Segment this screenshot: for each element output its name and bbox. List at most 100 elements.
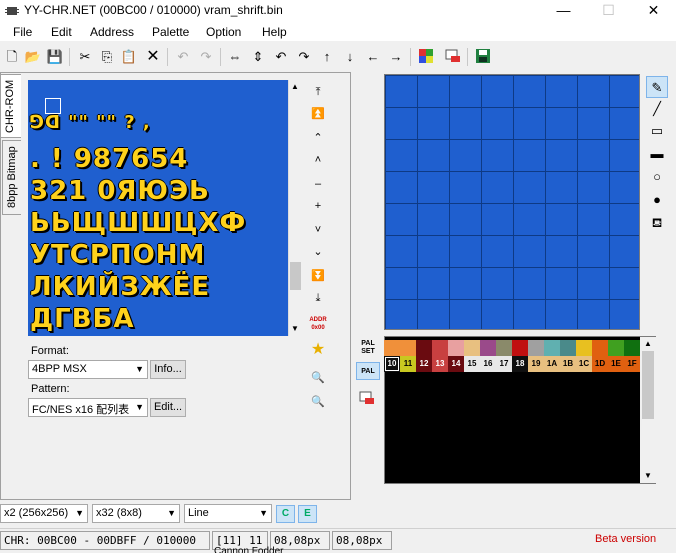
redo-icon[interactable]: ↷	[197, 48, 215, 66]
line-up-icon[interactable]: ˄	[308, 150, 328, 170]
palette-swatch[interactable]	[560, 340, 576, 356]
palette-index-label[interactable]: 18	[512, 356, 528, 372]
shift-left-icon[interactable]: ←	[364, 48, 382, 66]
palette-index-label[interactable]: 1E	[608, 356, 624, 372]
shift-right-icon[interactable]: →	[387, 48, 405, 66]
palette-swatch[interactable]	[400, 340, 416, 356]
new-icon[interactable]: 🗋	[3, 48, 21, 66]
scroll-up-icon[interactable]: ▲	[644, 339, 652, 348]
open-icon[interactable]: 📂	[24, 48, 42, 66]
rotate-left-icon[interactable]: ↶	[272, 48, 290, 66]
scroll-thumb[interactable]	[642, 351, 654, 419]
scroll-thumb[interactable]	[290, 262, 301, 290]
palette-swatch[interactable]	[416, 340, 432, 356]
pal-set-button[interactable]: PAL SET	[356, 340, 380, 358]
shift-down-icon[interactable]: ↓	[341, 48, 359, 66]
tab-8bpp-bitmap[interactable]: 8bpp Bitmap	[2, 140, 21, 215]
line-tool-icon[interactable]: ╱	[646, 98, 668, 120]
info-button[interactable]: Info...	[150, 360, 186, 379]
chr-vertical-scrollbar[interactable]: ▲ ▼	[288, 80, 302, 336]
paste-icon[interactable]: 📋	[120, 48, 138, 66]
palette-index-label[interactable]: 16	[480, 356, 496, 372]
palette-swatch[interactable]	[448, 340, 464, 356]
line-down-icon[interactable]: ˅	[308, 220, 328, 240]
shift-up-icon[interactable]: ↑	[318, 48, 336, 66]
rectangle-icon[interactable]: ▭	[646, 120, 668, 142]
filled-circle-icon[interactable]: ●	[646, 189, 668, 211]
palette-index-label[interactable]: 14	[448, 356, 464, 372]
chr-tile-view[interactable]: ⅁ᗡ "" "" ? , . ! 987654 321 0ЯЮЭЬ ЬЬЩШШЦ…	[28, 80, 288, 336]
palette-index-label[interactable]: 1C	[576, 356, 592, 372]
undo-icon[interactable]: ↶	[174, 48, 192, 66]
palette-swatch[interactable]	[528, 340, 544, 356]
palette-swatch[interactable]	[432, 340, 448, 356]
palette-index-label[interactable]: 10	[384, 356, 400, 372]
edit-grid-toggle-icon[interactable]: E	[298, 505, 317, 523]
save-green-icon[interactable]	[474, 48, 492, 66]
minimize-button[interactable]: —	[541, 0, 586, 22]
tab-chr-rom[interactable]: CHR-ROM	[0, 74, 21, 138]
palette-index-label[interactable]: 12	[416, 356, 432, 372]
byte-up-icon[interactable]: –	[308, 174, 328, 194]
palette-index-label[interactable]: 15	[464, 356, 480, 372]
pattern-select[interactable]: FC/NES x16 配列表 ▼	[28, 398, 148, 417]
delete-icon[interactable]: ✕	[144, 48, 162, 66]
palette-icon[interactable]	[417, 48, 435, 66]
palette-swatch[interactable]	[608, 340, 624, 356]
pen-icon[interactable]: ✎	[646, 76, 668, 98]
zoom-in-icon[interactable]: 🔍	[308, 368, 328, 388]
palette-index-label[interactable]: 19	[528, 356, 544, 372]
filled-rectangle-icon[interactable]: ▬	[646, 143, 668, 165]
palette-export-icon[interactable]	[444, 48, 462, 66]
palette-index-label[interactable]: 1B	[560, 356, 576, 372]
rotate-right-icon[interactable]: ↷	[295, 48, 313, 66]
palette-swatch[interactable]	[480, 340, 496, 356]
copy-icon[interactable]: ⎘	[98, 48, 116, 66]
palette-swatch[interactable]	[464, 340, 480, 356]
palette-swatch[interactable]	[592, 340, 608, 356]
palette-index-label[interactable]: 11	[400, 356, 416, 372]
menu-address[interactable]: Address	[90, 25, 134, 39]
maximize-button[interactable]: ☐	[586, 0, 631, 22]
menu-edit[interactable]: Edit	[51, 25, 72, 39]
tool-select[interactable]: Line ▼	[184, 504, 272, 523]
tile-edit-grid[interactable]	[384, 74, 640, 330]
menu-option[interactable]: Option	[206, 25, 241, 39]
page-up-icon[interactable]: ⌃	[308, 128, 328, 148]
addr-button[interactable]: ADDR 0x00	[308, 316, 328, 336]
byte-down-icon[interactable]: +	[308, 196, 328, 216]
scroll-down-icon[interactable]: ▼	[644, 471, 652, 480]
palette-index-label[interactable]: 1D	[592, 356, 608, 372]
flip-vertical-icon[interactable]: ⇕	[249, 48, 267, 66]
edit-pattern-button[interactable]: Edit...	[150, 398, 186, 417]
palette-export-icon[interactable]	[359, 390, 375, 409]
page-up-fast-icon[interactable]: ⏫	[308, 104, 328, 124]
cut-icon[interactable]: ✂	[76, 48, 94, 66]
fill-bucket-icon[interactable]: ⛾	[646, 212, 668, 234]
palette-index-label[interactable]: 1A	[544, 356, 560, 372]
palette-index-label[interactable]: 17	[496, 356, 512, 372]
format-select[interactable]: 4BPP MSX ▼	[28, 360, 148, 379]
grid-toggle-icon[interactable]: C	[276, 505, 295, 523]
jump-bottom-icon[interactable]: ⤓	[308, 288, 328, 308]
grid-select[interactable]: x32 (8x8) ▼	[92, 504, 180, 523]
palette-index-label[interactable]: 13	[432, 356, 448, 372]
close-button[interactable]: ✕	[631, 0, 676, 22]
palette-swatch[interactable]	[624, 340, 640, 356]
zoom-out-icon[interactable]: 🔍	[308, 392, 328, 412]
zoom-select[interactable]: x2 (256x256) ▼	[0, 504, 88, 523]
palette-swatch[interactable]	[384, 340, 400, 356]
pal-button[interactable]: PAL	[356, 362, 380, 380]
palette-scrollbar[interactable]: ▲ ▼	[640, 337, 656, 483]
menu-help[interactable]: Help	[262, 25, 287, 39]
scroll-down-icon[interactable]: ▼	[291, 324, 299, 333]
jump-top-icon[interactable]: ⤒	[308, 82, 328, 102]
star-icon[interactable]: ★	[308, 340, 328, 360]
palette-swatch[interactable]	[512, 340, 528, 356]
scroll-up-icon[interactable]: ▲	[291, 82, 299, 91]
menu-file[interactable]: File	[13, 25, 32, 39]
save-icon[interactable]: 💾	[46, 48, 64, 66]
menu-palette[interactable]: Palette	[152, 25, 189, 39]
circle-icon[interactable]: ○	[646, 166, 668, 188]
palette-swatch[interactable]	[496, 340, 512, 356]
